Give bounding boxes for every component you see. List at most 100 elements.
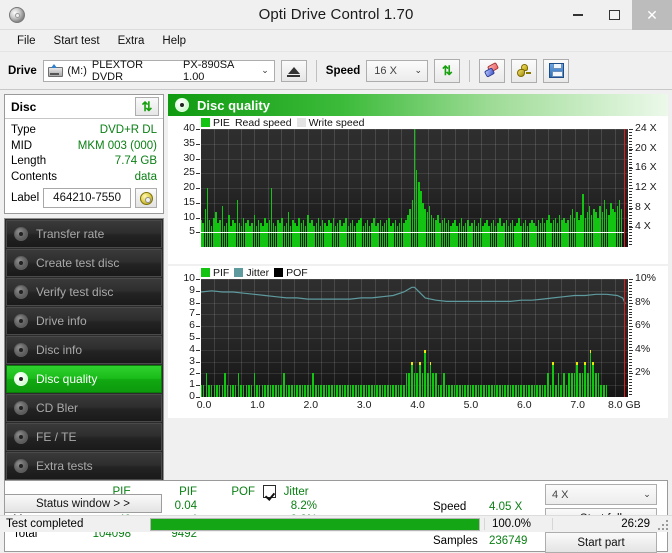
sidebar-item-disc-info[interactable]: Disc info	[6, 336, 162, 364]
pif-chart: PIF Jitter POF 0 1 2 3 4 5 6 7 8 9 10 2% 4% 6% 8% 10% …	[168, 266, 668, 418]
part-speed-value: 4 X	[552, 488, 569, 501]
y2-minor-tick	[629, 220, 632, 222]
data-bar	[620, 208, 623, 247]
y-tick-mark	[196, 158, 200, 160]
menu-item-help[interactable]: Help	[153, 33, 195, 49]
pif-y2-axis: 2% 4% 6% 8% 10%	[628, 273, 668, 397]
y2-minor-tick	[629, 217, 632, 219]
x-tick-label: 5.0	[463, 399, 479, 411]
y2-minor-tick	[629, 182, 632, 184]
y-tick-mark	[196, 373, 200, 375]
y2-minor-tick	[629, 299, 632, 301]
sidebar-item-transfer-rate[interactable]: Transfer rate	[6, 220, 162, 248]
menu-item-extra[interactable]: Extra	[109, 33, 154, 49]
sidebar-item-label: FE / TE	[36, 430, 77, 444]
disc-label-input[interactable]: 464210-7550	[43, 188, 131, 208]
pif-plot-area[interactable]	[201, 279, 628, 397]
y-tick-mark	[196, 314, 200, 316]
drive-select[interactable]: (M:) PLEXTOR DVDR PX-890SA 1.00 ⌄	[42, 58, 275, 83]
toolbar-divider-2	[469, 59, 471, 82]
disc-panel-header: Disc ⇅	[5, 95, 163, 119]
connect-button[interactable]	[511, 58, 538, 83]
disc-detail-button[interactable]	[135, 188, 157, 208]
chevron-down-icon: ⌄	[414, 65, 423, 75]
speed-select[interactable]: 16 X ⌄	[366, 59, 429, 82]
y2-minor-tick	[629, 179, 632, 181]
minimize-button[interactable]	[560, 0, 596, 30]
drive-icon	[47, 63, 64, 78]
pie-plot-area[interactable]	[201, 129, 628, 247]
sidebar-item-create-test-disc[interactable]: Create test disc	[6, 249, 162, 277]
drive-vendor: PLEXTOR DVDR	[91, 58, 144, 83]
disc-row-value: 7.74 GB	[114, 155, 157, 167]
position-marker	[624, 129, 626, 247]
legend-item-pif: PIF	[201, 267, 229, 279]
jitter-checkbox[interactable]	[263, 485, 277, 498]
maximize-button[interactable]	[596, 0, 632, 30]
y2-minor-tick	[629, 290, 632, 292]
sidebar-item-drive-info[interactable]: Drive info	[6, 307, 162, 335]
y2-minor-tick	[629, 193, 632, 195]
y2-minor-tick	[629, 293, 632, 295]
y-tick-label: 7	[189, 307, 195, 320]
y2-minor-tick	[629, 208, 632, 210]
sidebar-item-cd-bler[interactable]: CD Bler	[6, 394, 162, 422]
y2-minor-tick	[629, 311, 632, 313]
y2-tick-label: 4 X	[635, 220, 651, 233]
status-window-button[interactable]: Status window > >	[4, 494, 162, 513]
y2-minor-tick	[629, 152, 632, 154]
start-part-button[interactable]: Start part	[545, 532, 657, 553]
stats-col-pif: PIF	[179, 485, 197, 498]
disc-icon	[14, 458, 29, 474]
refresh-drive-button[interactable]: ⇅	[434, 58, 461, 83]
sidebar-nav: Transfer rate Create test disc Verify te…	[4, 218, 164, 485]
pie-y2-axis: 4 X 8 X 12 X 16 X 20 X 24 X	[628, 123, 668, 247]
y2-minor-tick	[629, 305, 632, 307]
pif-chart-legend: PIF Jitter POF	[201, 266, 308, 279]
y2-minor-tick	[629, 155, 632, 157]
eject-button[interactable]	[280, 59, 307, 82]
erase-button[interactable]	[479, 58, 506, 83]
disc-row-mid: MID MKM 003 (000)	[11, 139, 157, 155]
y-tick-mark	[196, 326, 200, 328]
y2-minor-tick	[629, 226, 632, 228]
y2-minor-tick	[629, 358, 632, 360]
y-tick-label: 30	[183, 151, 195, 164]
disc-refresh-button[interactable]: ⇅	[135, 97, 159, 116]
y2-minor-tick	[629, 329, 632, 331]
disc-quality-icon	[175, 97, 190, 113]
y2-minor-tick	[629, 134, 632, 136]
disc-row-contents: Contents data	[11, 170, 157, 186]
y-tick-mark	[196, 279, 200, 280]
y2-minor-tick	[629, 146, 632, 148]
resize-grip-icon[interactable]	[658, 520, 668, 530]
info-samples: Samples 236749	[433, 532, 545, 549]
y2-minor-tick	[629, 332, 632, 334]
sidebar-item-disc-quality[interactable]: Disc quality	[6, 365, 162, 393]
x-tick-label: 1.0	[250, 399, 265, 411]
y-tick-label: 10	[183, 272, 195, 284]
menu-item-file[interactable]: File	[8, 33, 45, 49]
y2-minor-tick	[629, 352, 632, 354]
sidebar-item-extra-tests[interactable]: Extra tests	[6, 452, 162, 480]
sidebar-item-fe-te[interactable]: FE / TE	[6, 423, 162, 451]
y2-tick-mark	[629, 129, 633, 130]
chevron-down-icon: ⌄	[643, 489, 651, 499]
close-button[interactable]: ✕	[632, 0, 672, 30]
cd-disc-icon	[139, 191, 153, 205]
stats-col-pof: POF	[231, 485, 255, 498]
x-tick-label: 6.0	[516, 399, 532, 411]
info-key: Samples	[433, 534, 478, 547]
y2-minor-tick	[629, 137, 632, 139]
main-body: Disc ⇅ Type DVD+R DL MID MKM 003 (000) L…	[0, 90, 672, 485]
y2-minor-tick	[629, 341, 632, 342]
part-speed-select[interactable]: 4 X ⌄	[545, 484, 657, 505]
y2-minor-tick	[629, 388, 632, 390]
sidebar-item-verify-test-disc[interactable]: Verify test disc	[6, 278, 162, 306]
y2-minor-tick	[629, 191, 632, 192]
legend-label: POF	[286, 266, 308, 279]
save-button[interactable]	[543, 58, 570, 83]
y2-minor-tick	[629, 373, 632, 375]
legend-label: Jitter	[246, 266, 270, 279]
menu-item-start-test[interactable]: Start test	[45, 33, 109, 49]
